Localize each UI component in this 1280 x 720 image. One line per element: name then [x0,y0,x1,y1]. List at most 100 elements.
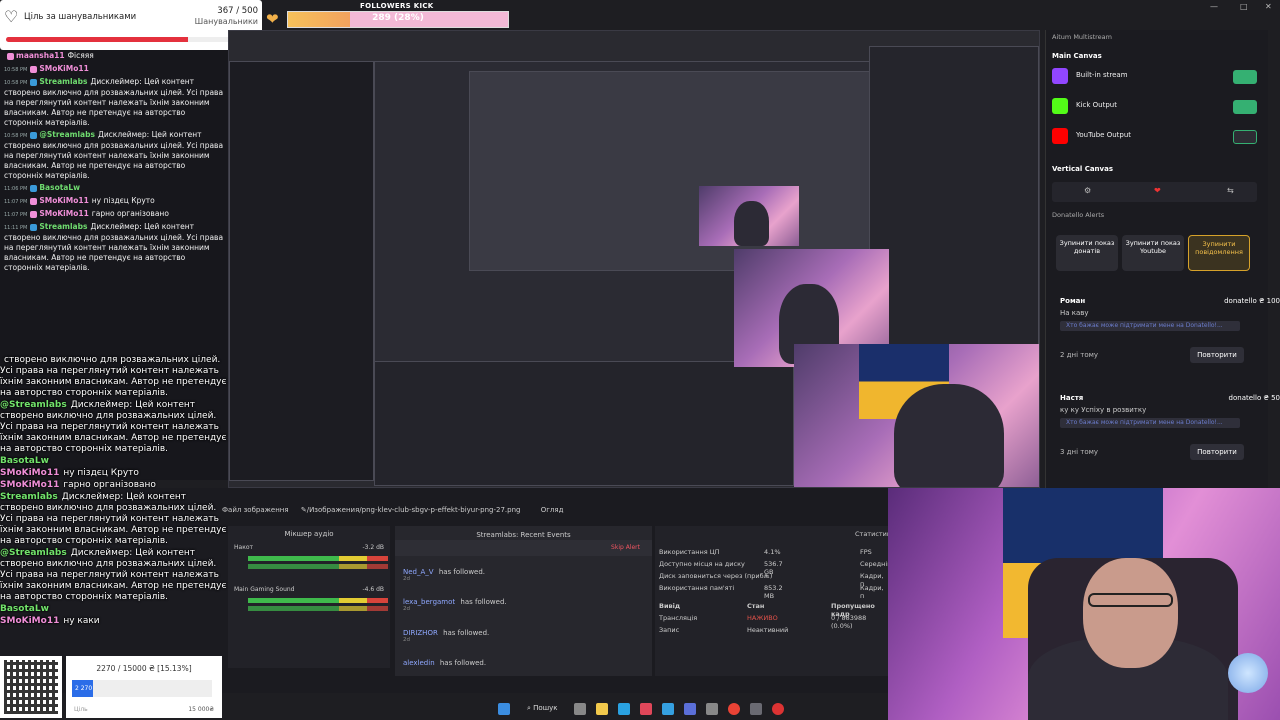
chat-username[interactable]: SMoKiMo11 [39,196,88,205]
audio-mixer: Мікшер аудіо Накот -3.2 dB Main Gaming S… [228,526,390,668]
chat-username[interactable]: maansha11 [16,51,65,60]
overlay-chat-message: SMoKiMo11 гарно організовано [0,480,228,491]
stats-panel: Статистика Використання ЦП 4.1% Доступно … [655,526,895,676]
skip-alert-button[interactable]: Skip Alert [611,544,640,551]
tab-image-file[interactable]: Файл зображення [222,506,289,514]
event-user[interactable]: alexledin [403,659,435,667]
nested-bottom-capture [374,361,794,486]
stream-chat-overlay: створено виключно для розважальних цілей… [0,355,228,655]
chat-text: гарно організовано [91,209,169,218]
event-user[interactable]: Ned_A_V [403,568,434,576]
stat-row: Використання ЦП 4.1% [659,548,781,556]
chat-text: ну піздєц Круто [91,196,155,205]
mixer-track: Main Gaming Sound -4.6 dB [234,586,388,593]
stat-label: Диск заповниться через (прибл.) [659,572,773,580]
edge-icon[interactable] [618,703,630,715]
gear-icon[interactable] [750,703,762,715]
goal-progress-fill [6,37,189,42]
chrome-icon[interactable] [728,703,740,715]
telegram-icon[interactable] [662,703,674,715]
badge-icon [30,197,38,205]
taskbar-search-label: Пошук [533,704,558,712]
overlay-chat-message: @Streamlabs Дисклеймер: Цей контент створ… [0,400,228,455]
goal-progress-track [6,37,254,42]
volume-slider[interactable] [248,564,388,569]
chat-username[interactable]: Streamlabs [39,77,87,86]
donation-time: 2 дні тому [1060,351,1099,359]
chat-username[interactable]: SMoKiMo11 [39,209,88,218]
chat-message: 10:58 PM Streamlabs Дисклеймер: Цей контен… [0,76,228,129]
repeat-button[interactable]: Повторити [1190,347,1244,363]
donation-goal-bar: 2 270 [72,680,212,697]
chat-username[interactable]: BasotaLw [39,183,80,192]
browse-button[interactable]: Огляд [541,506,564,514]
minimize-icon[interactable]: — [1210,2,1218,11]
gear-icon[interactable]: ⚙ [1084,186,1091,195]
output-toggle[interactable] [1233,130,1257,144]
overlay-chat-username: @Streamlabs [0,400,67,410]
image-path: ✎/Изображения/png-klev-club-sbgv-p-effek… [300,506,521,514]
overlay-chat-text: ну піздєц Круто [63,468,139,478]
stats-output-dropped: 0 / 883988 (0.0%) [831,614,867,630]
donation-goal-min: Ціль [74,706,88,713]
vertical-canvas-title: Vertical Canvas [1052,165,1113,173]
close-icon[interactable]: ✕ [1265,2,1272,11]
folder-icon[interactable] [596,703,608,715]
overlay-chat-message: Streamlabs Дисклеймер: Цей контент створе… [0,492,228,547]
stat-value: ∞ [764,572,770,580]
track-db: -4.6 dB [362,586,384,593]
event-text: has followed. [438,568,486,576]
donor-name: Настя [1060,394,1084,402]
stop-youtube-button[interactable]: Зупинити показ Youtube [1122,235,1184,271]
stop-messages-button[interactable]: Зупинити повідомлення [1188,235,1250,271]
stat-value: 853.2 MB [764,584,783,600]
link-icon[interactable]: ⇆ [1227,186,1234,195]
window-title-strip: — □ ✕ [510,0,1280,14]
donation-goal-max: 15 000₴ [188,706,214,713]
stat-extra-label: Кадри, п [860,584,884,600]
lamp [1228,653,1268,693]
obs-preview-canvas [228,30,1040,488]
app-icon[interactable] [640,703,652,715]
event-user[interactable]: lexa_bergamot [403,598,455,606]
app-icon[interactable] [574,703,586,715]
volume-meter [248,598,388,603]
obs-icon[interactable] [772,703,784,715]
chat-username[interactable]: SMoKiMo11 [39,64,88,73]
streamer-head [1083,558,1178,668]
chat-message: 10:58 PM @Streamlabs Дисклеймер: Цей конте… [0,129,228,182]
repeat-button[interactable]: Повторити [1190,444,1244,460]
stop-donations-button[interactable]: Зупинити показ донатів [1056,235,1118,271]
windows-start-icon[interactable] [498,703,510,715]
output-toggle[interactable] [1233,100,1257,114]
goal-label: Шанувальники [194,17,258,26]
output-toggle[interactable] [1233,70,1257,84]
overlay-chat-message: BasotaLw [0,604,228,615]
twitch-icon [1052,68,1068,84]
overlay-chat-username: BasotaLw [0,456,49,466]
badge-icon [30,65,38,73]
goal-title: Ціль за шанувальниками [24,12,137,22]
chat-username[interactable]: @Streamlabs [39,130,95,139]
event-user[interactable]: DIRIZHOR [403,629,438,637]
donor-name: Роман [1060,297,1086,305]
overlay-chat-username: BasotaLw [0,604,49,614]
heart-icon[interactable]: ❤ [1154,186,1161,195]
chat-message: 11:11 PM Streamlabs Дисклеймер: Цей контен… [0,221,228,274]
output-label: YouTube Output [1076,131,1132,139]
output-label: Kick Output [1076,101,1117,109]
taskbar-search[interactable]: ⌕ Пошук [527,704,557,713]
app-icon[interactable] [706,703,718,715]
chat-time: 11:11 PM [4,225,28,231]
event-row: alexledin has followed. [403,659,643,667]
stat-extra-label: Середній [860,560,892,568]
maximize-icon[interactable]: □ [1240,2,1248,11]
volume-slider[interactable] [248,606,388,611]
chat-username[interactable]: Streamlabs [39,222,87,231]
dock-title: Aitum Multistream [1052,33,1112,41]
app-icon[interactable] [684,703,696,715]
chat-time: 11:07 PM [4,199,28,205]
event-text: has followed. [460,598,507,606]
nested-webcam-capture-small [699,186,799,246]
stat-label: Використання пам'яті [659,584,735,592]
